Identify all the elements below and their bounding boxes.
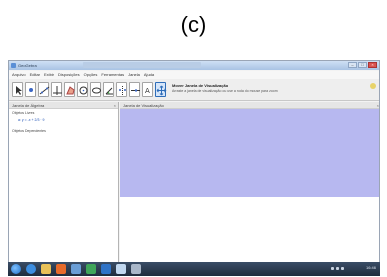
tool-line[interactable] (38, 82, 50, 97)
tool-slider[interactable] (129, 82, 140, 97)
tool-circle[interactable] (77, 82, 88, 97)
tool-text[interactable]: A (142, 82, 153, 97)
tool-ellipse[interactable] (90, 82, 101, 97)
perpendicular-icon (53, 86, 62, 95)
tray-icon[interactable] (336, 267, 339, 270)
start-button-icon[interactable] (11, 264, 21, 274)
close-icon[interactable]: × (377, 103, 379, 108)
graphics-view[interactable]: Janela de Visualização × (120, 102, 379, 264)
algebra-object-a[interactable]: a: y = -x + 2/3 · 9 (18, 118, 44, 122)
tool-polygon[interactable] (64, 82, 75, 97)
taskbar-app-icon[interactable] (101, 264, 111, 274)
menu-ferramentas[interactable]: Ferramentas (101, 71, 124, 79)
ellipse-icon (92, 87, 101, 94)
active-tool-help: Arraste a janela de visualização ou use … (172, 89, 278, 93)
graphics-view-title: Janela de Visualização (123, 103, 164, 108)
minimize-button[interactable]: – (348, 62, 357, 68)
tool-perpendicular[interactable] (51, 82, 62, 97)
geogebra-window: GeoGebra – □ × Arquivo Editar Exibir Dis… (8, 60, 380, 275)
dependent-objects-node[interactable]: Objetos Dependentes (12, 129, 46, 133)
svg-text:A: A (145, 87, 150, 95)
taskbar-app-icon[interactable] (131, 264, 141, 274)
active-tool-title: Mover Janela de Visualização (172, 83, 229, 88)
algebra-view[interactable]: Janela de Álgebra × Objetos Livres a: y … (9, 102, 119, 264)
taskbar-app-icon[interactable] (86, 264, 96, 274)
menu-exibir[interactable]: Exibir (44, 71, 54, 79)
graphics-view-header: Janela de Visualização × (120, 102, 379, 109)
tray-icon[interactable] (331, 267, 334, 270)
tool-bar: A Mover Janela de Visualização Arraste a… (9, 79, 379, 101)
taskbar-app-icon[interactable] (71, 264, 81, 274)
taskbar-app-icon[interactable] (116, 264, 126, 274)
window-controls: – □ × (348, 62, 377, 68)
polygon-icon (66, 86, 75, 95)
taskbar-clock[interactable]: 16:46 (366, 265, 376, 270)
point-icon (29, 88, 33, 92)
pointer-icon (16, 86, 22, 95)
slider-icon (131, 89, 140, 92)
menu-editar[interactable]: Editar (30, 71, 40, 79)
close-button[interactable]: × (368, 62, 377, 68)
algebra-view-header: Janela de Álgebra × (9, 102, 118, 109)
menu-ajuda[interactable]: Ajuda (144, 71, 154, 79)
menu-arquivo[interactable]: Arquivo (12, 71, 26, 79)
window-title-strip (83, 62, 201, 68)
tool-angle[interactable] (103, 82, 114, 97)
tool-move[interactable] (12, 82, 23, 97)
window-title: GeoGebra (18, 63, 37, 68)
angle-icon (105, 87, 113, 95)
tool-point[interactable] (25, 82, 36, 97)
figure-caption: (c) (180, 12, 207, 37)
line-icon (39, 86, 50, 95)
menu-bar: Arquivo Editar Exibir Disposições Opções… (9, 71, 379, 79)
windows-taskbar: 16:46 (8, 262, 380, 276)
circle-icon (79, 86, 88, 95)
media-player-icon[interactable] (56, 264, 66, 274)
menu-opcoes[interactable]: Opções (84, 71, 98, 79)
free-objects-node[interactable]: Objetos Livres (12, 111, 34, 115)
text-icon: A (145, 87, 150, 95)
menu-janela[interactable]: Janela (128, 71, 140, 79)
window-titlebar: GeoGebra – □ × (9, 61, 379, 70)
system-tray (331, 267, 344, 270)
reflect-icon (119, 86, 126, 95)
move-view-icon (156, 85, 167, 96)
geogebra-app-icon (11, 63, 16, 68)
tray-icon[interactable] (341, 267, 344, 270)
tool-move-graphics-view[interactable] (155, 82, 167, 97)
menu-disposicoes[interactable]: Disposições (58, 71, 80, 79)
close-icon[interactable]: × (114, 103, 116, 108)
browser-icon[interactable] (26, 264, 36, 274)
algebra-view-title: Janela de Álgebra (12, 103, 45, 108)
tool-reflect[interactable] (116, 82, 127, 97)
folder-icon[interactable] (41, 264, 51, 274)
shaded-region (120, 109, 379, 197)
maximize-button[interactable]: □ (358, 62, 367, 68)
undo-icon[interactable] (370, 83, 376, 89)
